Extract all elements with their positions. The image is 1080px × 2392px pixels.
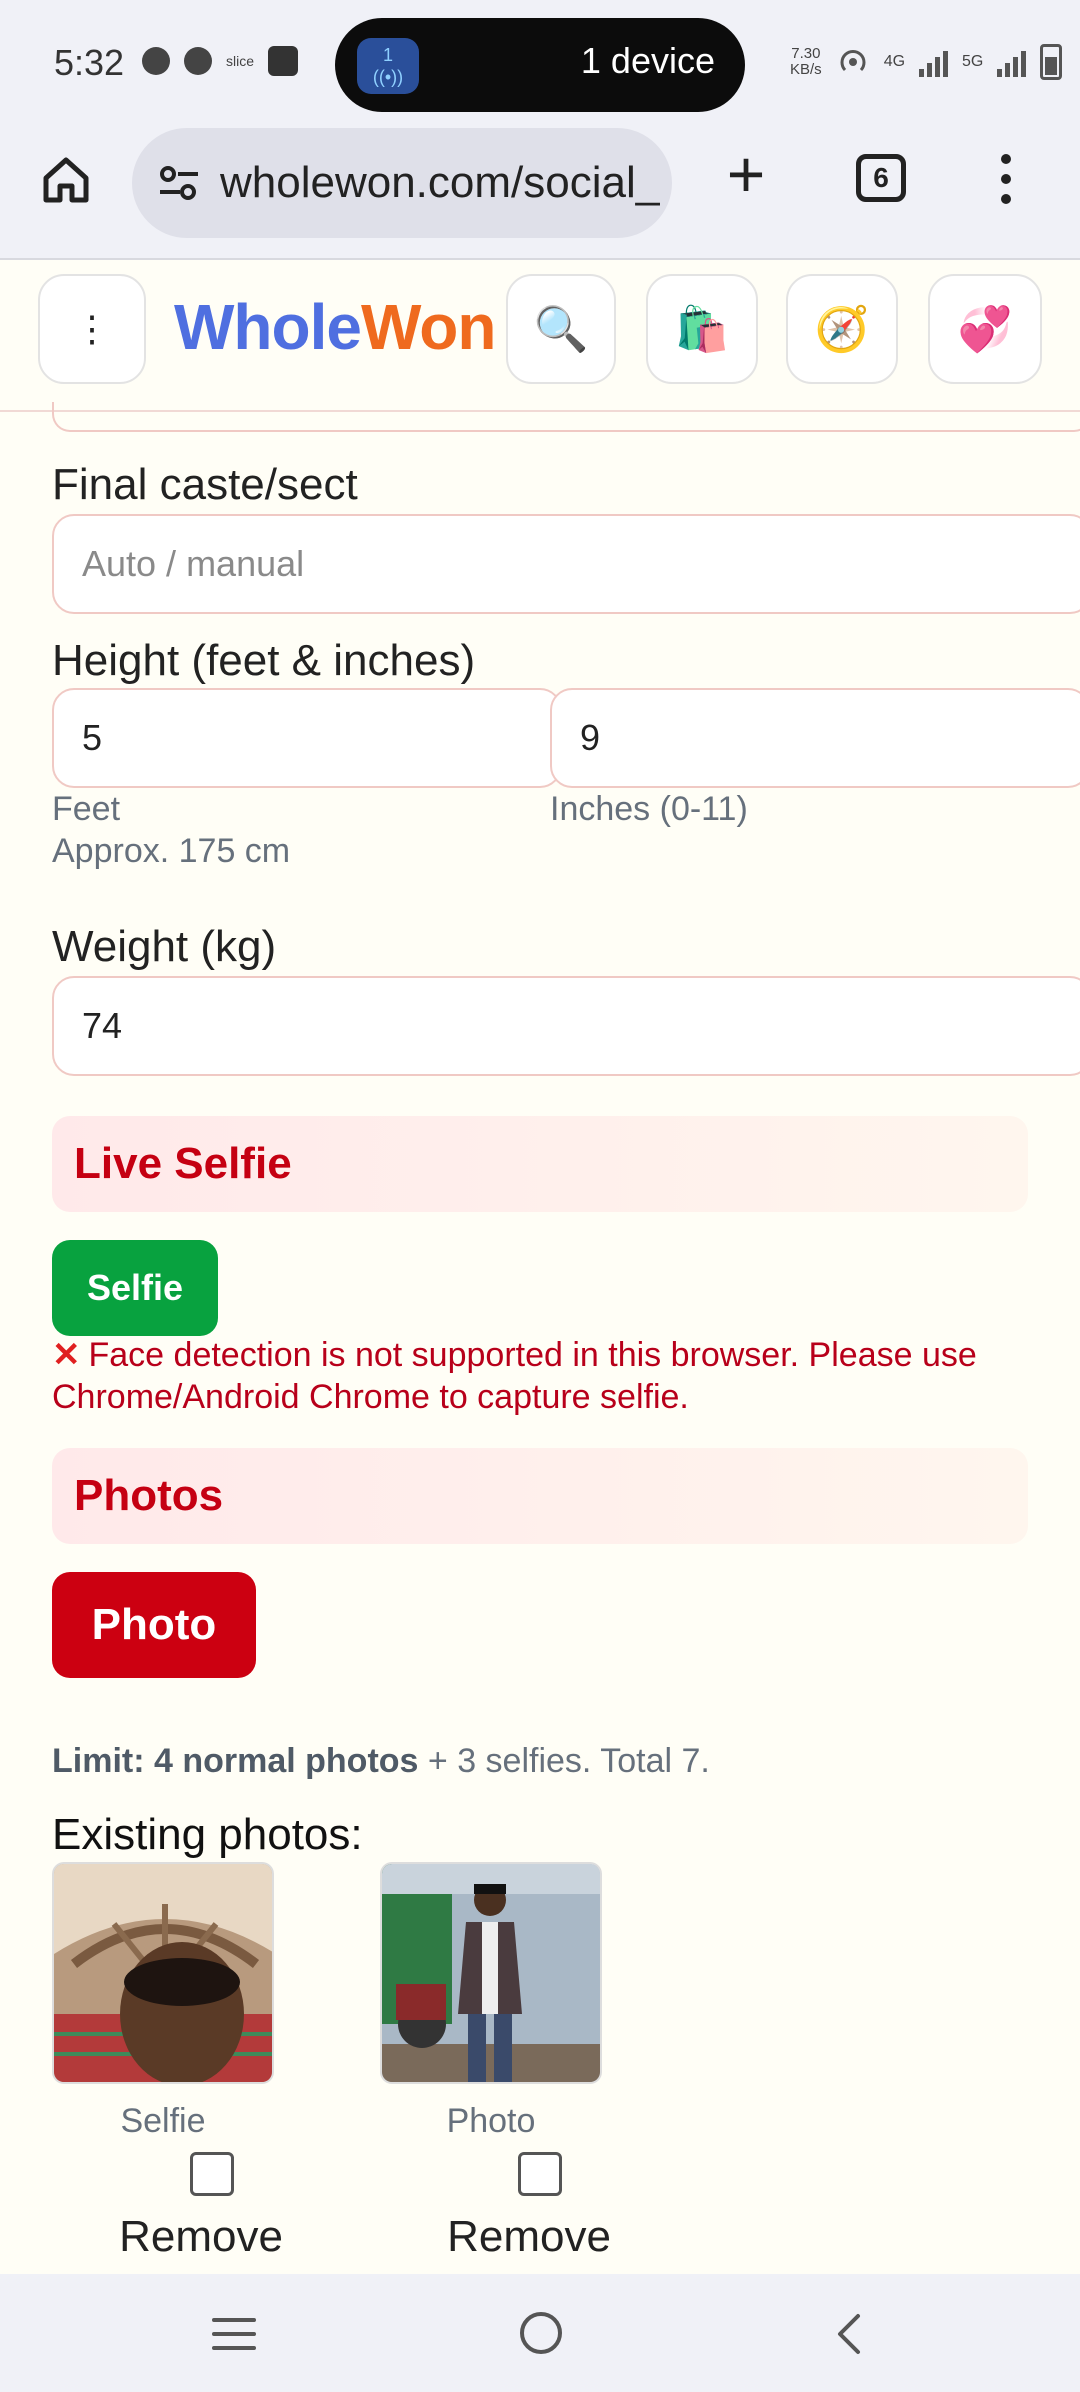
search-icon: 🔍 xyxy=(533,305,589,354)
thumbnail-caption: Selfie xyxy=(120,2102,206,2140)
tab-switcher-button[interactable]: 6 xyxy=(856,154,906,202)
address-bar[interactable]: wholewon.com/social_ xyxy=(132,128,672,238)
menu-icon: ⋮ xyxy=(74,308,110,349)
remove-label[interactable]: Remove xyxy=(90,2212,312,2262)
app-icon xyxy=(268,46,299,76)
system-navigation-bar xyxy=(0,2274,1080,2392)
weight-input[interactable]: 74 xyxy=(52,976,1080,1076)
home-nav-icon[interactable] xyxy=(520,2312,562,2354)
live-selfie-heading: Live Selfie xyxy=(52,1116,1028,1212)
notification-icons: slice xyxy=(142,46,299,76)
photo-image xyxy=(382,1864,600,2082)
selfie-button[interactable]: Selfie xyxy=(52,1240,218,1336)
photo-thumbnail[interactable] xyxy=(380,1862,602,2084)
face-detection-error: ✕ Face detection is not supported in this… xyxy=(52,1336,977,1416)
signal-icon-2 xyxy=(997,47,1027,77)
slice-icon: slice xyxy=(226,53,255,69)
url-text[interactable]: wholewon.com/social_ xyxy=(220,158,660,208)
broadcast-icon: 1 ((•)) xyxy=(357,38,419,94)
remove-label[interactable]: Remove xyxy=(418,2212,640,2262)
battery-icon xyxy=(1040,44,1063,80)
network-4g-label: 4G xyxy=(883,53,906,70)
search-button[interactable]: 🔍 xyxy=(506,274,616,384)
matrimony-button[interactable]: 💞 xyxy=(928,274,1042,384)
recent-apps-icon[interactable] xyxy=(212,2318,256,2360)
island-text: 1 device xyxy=(580,40,715,81)
shopping-bag-icon: 🛍️ xyxy=(674,305,730,354)
height-inches-input[interactable]: 9 xyxy=(550,688,1080,788)
inches-hint: Inches (0-11) xyxy=(550,790,748,828)
home-icon xyxy=(43,157,89,203)
browser-toolbar: wholewon.com/social_ + 6 xyxy=(0,124,1080,260)
weight-label: Weight (kg) xyxy=(52,922,277,971)
photos-heading: Photos xyxy=(52,1448,1028,1544)
caste-label: Final caste/sect xyxy=(52,460,358,509)
status-time: 5:32 xyxy=(54,42,125,83)
compass-icon: 🧭 xyxy=(814,305,870,354)
error-icon: ✕ xyxy=(52,1336,81,1374)
previous-field-edge[interactable] xyxy=(52,402,1080,432)
remove-checkbox[interactable] xyxy=(190,2152,234,2196)
site-logo[interactable]: WholeWon xyxy=(174,290,496,364)
system-icons: 7.30 KB/s 4G 5G xyxy=(790,44,1063,80)
more-options-icon[interactable] xyxy=(996,150,1016,210)
height-feet-input[interactable]: 5 xyxy=(52,688,562,788)
explore-button[interactable]: 🧭 xyxy=(786,274,898,384)
hotspot-icon xyxy=(840,50,866,72)
status-bar: 5:32 slice 1 ((•)) 1 device 7.30 KB/s 4G … xyxy=(0,0,1080,124)
existing-photos-heading: Existing photos: xyxy=(52,1810,363,1859)
feet-hint: Feet xyxy=(52,790,121,828)
chat-icon xyxy=(142,47,170,75)
back-icon[interactable] xyxy=(834,2312,864,2356)
hearts-icon: 💞 xyxy=(957,305,1013,354)
new-tab-button[interactable]: + xyxy=(716,141,776,207)
selfie-thumbnail[interactable] xyxy=(52,1862,274,2084)
remove-checkbox[interactable] xyxy=(518,2152,562,2196)
signal-icon xyxy=(919,47,949,77)
add-photo-button[interactable]: Photo xyxy=(52,1572,256,1678)
whatsapp-icon xyxy=(184,47,212,75)
caste-input[interactable]: Auto / manual xyxy=(52,514,1080,614)
home-button[interactable] xyxy=(36,150,96,210)
shop-button[interactable]: 🛍️ xyxy=(646,274,758,384)
profile-form: Final caste/sect Auto / manual Height (f… xyxy=(0,402,1080,2274)
network-5g-label: 5G xyxy=(962,53,984,70)
thumbnail-caption: Photo xyxy=(446,2102,536,2140)
network-speed: 7.30 KB/s xyxy=(790,45,822,78)
photo-limit-text: Limit: 4 normal photos + 3 selfies. Tota… xyxy=(52,1742,710,1780)
site-settings-icon[interactable] xyxy=(158,162,200,204)
height-label: Height (feet & inches) xyxy=(52,636,476,685)
site-menu-button[interactable]: ⋮ xyxy=(38,274,146,384)
height-approx: Approx. 175 cm xyxy=(52,832,291,870)
dynamic-island[interactable]: 1 ((•)) 1 device xyxy=(335,18,745,112)
selfie-image xyxy=(54,1864,272,2082)
site-header: ⋮ WholeWon 🔍 🛍️ 🧭 💞 xyxy=(0,262,1080,412)
